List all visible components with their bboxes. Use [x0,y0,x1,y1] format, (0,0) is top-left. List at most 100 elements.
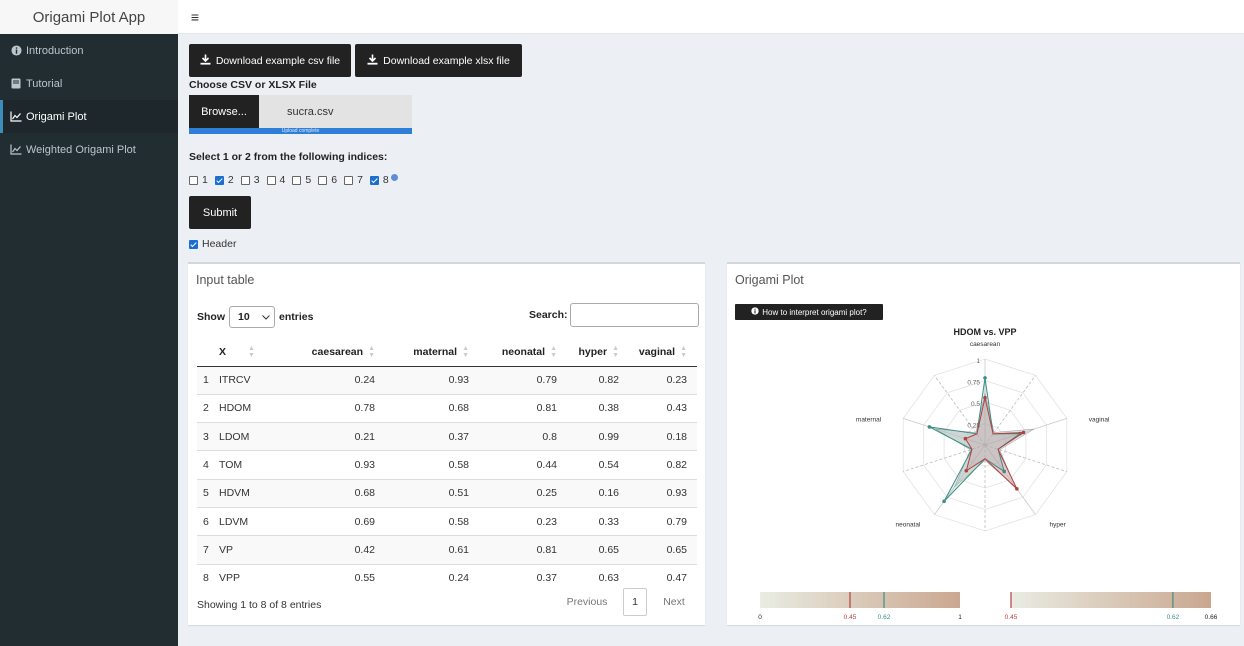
header-checkbox-label: Header [202,238,237,250]
index-checkbox-8[interactable]: 8 [369,173,398,186]
row-index-cell: 1 [197,365,219,395]
book-icon [10,78,22,90]
download-xlsx-button[interactable]: Download example xlsx file [355,44,522,77]
download-csv-button[interactable]: Download example csv file [189,44,351,77]
checkbox-box[interactable] [266,175,276,185]
column-header-neonatal[interactable]: neonatal ▲ ▼ [479,338,567,367]
file-input-label: Choose CSV or XLSX File [189,79,317,91]
checkbox-box[interactable] [344,175,354,185]
column-header-vaginal[interactable]: vaginal ▲ ▼ [629,338,697,367]
upload-progress-bar: Upload complete [189,128,412,134]
value-cell: 0.44 [479,450,567,480]
name-cell: LDOM [219,422,289,451]
data-point-vpp [1021,430,1026,435]
info-icon[interactable] [390,173,398,181]
sidebar-item-origami-plot[interactable]: Origami Plot [0,100,178,133]
search-label: Search: [529,309,568,321]
column-header-label: X [219,345,227,358]
value-cell: 0.82 [629,450,697,480]
value-cell: 0.78 [289,393,385,423]
column-header-caesarean[interactable]: caesarean ▲ ▼ [289,338,385,367]
sidebar-item-weighted-origami-plot[interactable]: Weighted Origami Plot [0,133,178,166]
bar-tick-label: 1 [958,614,962,621]
sort-icon: ▲ ▼ [680,344,687,359]
entries-select[interactable]: 10 [229,306,275,328]
checkbox-box[interactable] [318,175,328,185]
index-checkbox-3[interactable]: 3 [240,174,260,186]
next-button[interactable]: Next [654,588,694,616]
column-header-x[interactable]: X ▲ ▼ [219,338,289,367]
header-checkbox[interactable]: Header [189,238,236,250]
data-point-hdom [983,376,987,380]
column-header-maternal[interactable]: maternal ▲ ▼ [385,338,479,367]
index-checkbox-7[interactable]: 7 [344,174,363,186]
name-cell: HDVM [219,478,289,508]
sidebar-item-introduction[interactable]: Introduction [0,34,178,67]
sort-icon: ▲ ▼ [462,344,469,359]
checkbox-label: 2 [227,174,234,186]
bar-tick-label: 0.66 [1205,614,1218,621]
axis-label-hyper: hyper [1050,522,1067,529]
bar-tick-label: 0.62 [878,614,891,621]
chevron-down-icon [261,311,270,323]
column-header-label: neonatal [501,345,546,358]
file-name-field[interactable]: sucra.csv [259,95,412,128]
main-content: Download example csv file Download examp… [178,34,1244,646]
value-cell: 0.82 [567,365,629,395]
value-cell: 0.65 [567,535,629,565]
value-cell: 0.79 [479,365,567,395]
name-cell: LDVM [219,506,289,536]
sidebar-item-label: Weighted Origami Plot [26,143,136,156]
value-cell: 0.23 [629,365,697,395]
index-checkbox-4[interactable]: 4 [266,174,285,186]
index-checkbox-6[interactable]: 6 [318,174,337,186]
previous-button[interactable]: Previous [559,588,615,616]
sort-icon: ▲ ▼ [368,344,375,359]
origami-plot-chart: HDOM vs. VPP0.250.50.751caesareanvaginal… [758,327,1218,621]
page-1-button[interactable]: 1 [623,588,647,616]
download-icon [200,54,211,68]
checkbox-box[interactable] [189,239,198,249]
bar-tick-label: 0.45 [1005,614,1018,621]
value-cell: 0.24 [289,365,385,395]
sidebar-item-tutorial[interactable]: Tutorial [0,67,178,100]
sidebar-toggle-button[interactable]: ≡ [182,0,208,34]
data-point-vpp [1015,487,1019,491]
value-cell: 0.42 [289,535,385,565]
table-row: 7 VP 0.42 0.61 0.81 0.65 0.65 [197,535,697,565]
checkbox-box[interactable] [369,175,379,185]
bar-tick-label: 0.45 [844,614,857,621]
search-input[interactable] [569,303,699,327]
indices-checkbox-group: 1 2 3 4 5 6 7 8 [189,173,398,186]
data-table: X ▲ ▼ caesarean ▲ ▼ maternal ▲ ▼ neonatal ▲ ▼ hy… [197,338,697,593]
line-chart-icon [10,111,22,123]
origami-plot-panel: Origami Plot How to interpret origami pl… [727,262,1240,625]
value-cell: 0.23 [479,506,567,536]
submit-button[interactable]: Submit [189,196,251,229]
column-header-hyper[interactable]: hyper ▲ ▼ [567,338,629,367]
info-circle-icon [10,45,22,57]
bar-tick-label: 0.62 [1167,614,1180,621]
index-checkbox-5[interactable]: 5 [292,174,311,186]
file-input[interactable]: Browse... sucra.csv Upload complete [189,95,412,134]
table-body: 1 ITRCV 0.24 0.93 0.79 0.82 0.23 2 HDOM 0.78 0.68 0… [197,365,697,593]
checkbox-box[interactable] [292,175,302,185]
column-header-index [197,338,219,367]
checkbox-box[interactable] [189,175,198,185]
checkbox-box[interactable] [240,175,250,185]
value-cell: 0.68 [289,478,385,508]
checkbox-box[interactable] [214,175,224,185]
value-cell: 0.37 [385,422,479,451]
checkbox-label: 8 [382,174,389,186]
value-cell: 0.51 [385,478,479,508]
sidebar-item-label: Introduction [26,44,84,57]
sidebar: Introduction Tutorial Origami Plot Weigh… [0,34,178,646]
row-index-cell: 8 [197,563,219,593]
index-checkbox-1[interactable]: 1 [189,174,208,186]
browse-button[interactable]: Browse... [189,95,259,128]
checkbox-label: 3 [253,174,260,186]
value-cell: 0.58 [385,450,479,480]
index-checkbox-2[interactable]: 2 [214,174,234,186]
gradient-bar [760,592,960,608]
value-cell: 0.65 [629,535,697,565]
